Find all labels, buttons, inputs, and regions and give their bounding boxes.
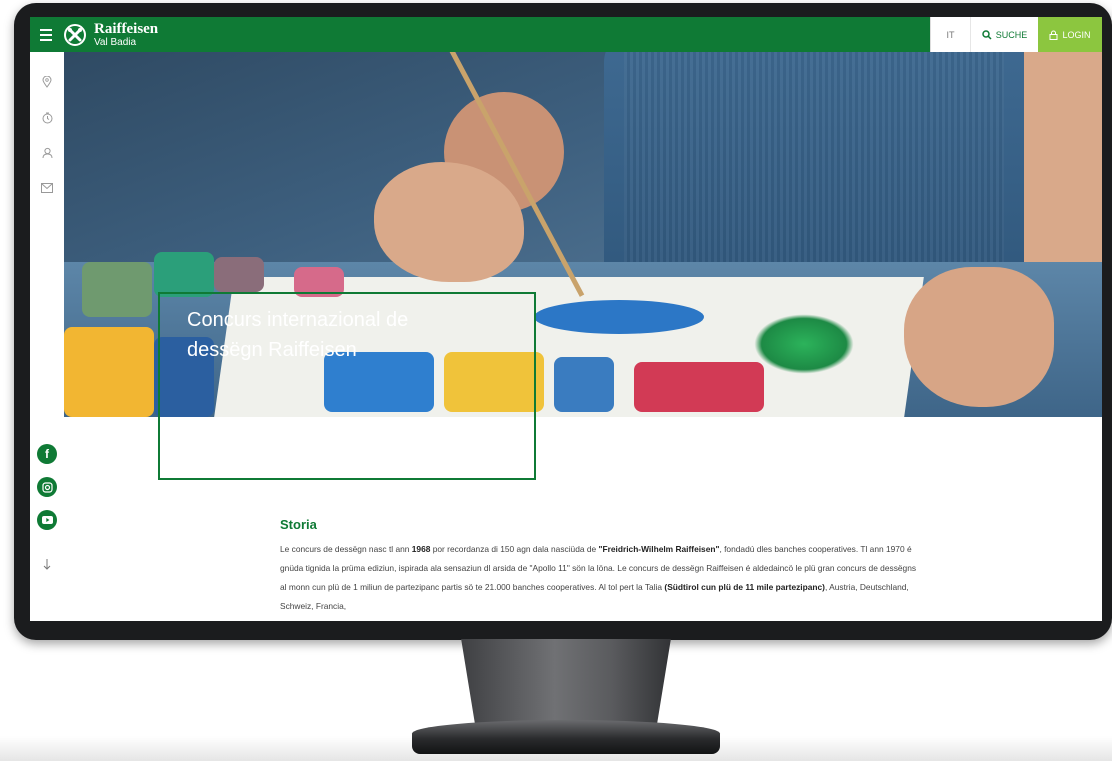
lock-icon [1049, 30, 1058, 40]
section-title: Storia [280, 517, 317, 532]
paragraph-bold: (Südtirol cun plü de 11 mile partezipanc… [664, 582, 825, 592]
scroll-down-arrow-icon[interactable] [40, 557, 54, 571]
paragraph-text: Le concurs de dessëgn nasc tl ann [280, 544, 412, 554]
user-icon[interactable] [39, 145, 55, 161]
paragraph-text: por recordanza di 150 agn dala nasciüda … [430, 544, 599, 554]
facebook-icon[interactable]: f [37, 444, 57, 464]
search-label: SUCHE [995, 29, 1028, 40]
clock-icon[interactable] [39, 110, 55, 126]
site-header: Raiffeisen Val Badia IT SUCHE LOGIN [30, 17, 1102, 52]
header-actions: IT SUCHE LOGIN [930, 17, 1102, 52]
hero-title: Concurs internazional de dessëgn Raiffei… [187, 309, 409, 361]
paragraph-bold: 1968 [411, 544, 431, 554]
section-paragraph: Le concurs de dessëgn nasc tl ann 1968 p… [280, 540, 920, 616]
screen: Raiffeisen Val Badia IT SUCHE LOGIN f Co… [30, 17, 1102, 621]
brand[interactable]: Raiffeisen Val Badia [94, 20, 159, 48]
monitor-stand-neck [461, 639, 671, 723]
location-icon[interactable] [39, 74, 55, 90]
hamburger-menu-icon[interactable] [30, 17, 62, 52]
search-button[interactable]: SUCHE [970, 17, 1038, 52]
raiffeisen-logo-icon[interactable] [64, 23, 86, 46]
youtube-icon[interactable] [37, 510, 57, 530]
login-label: LOGIN [1062, 29, 1091, 40]
language-button[interactable]: IT [930, 17, 970, 52]
mail-icon[interactable] [39, 180, 55, 196]
monitor-stand-base [412, 720, 720, 754]
instagram-icon[interactable] [37, 477, 57, 497]
brand-name: Raiffeisen [94, 20, 159, 37]
brand-subtitle: Val Badia [94, 36, 137, 48]
search-icon [981, 29, 992, 40]
main-content: Storia Le concurs de dessëgn nasc tl ann… [280, 517, 920, 616]
paragraph-bold: "Freidrich-Wilhelm Raiffeisen" [598, 544, 720, 554]
left-rail: f [30, 52, 64, 621]
monitor-frame: Raiffeisen Val Badia IT SUCHE LOGIN f Co… [14, 3, 1112, 640]
login-button[interactable]: LOGIN [1038, 17, 1102, 52]
